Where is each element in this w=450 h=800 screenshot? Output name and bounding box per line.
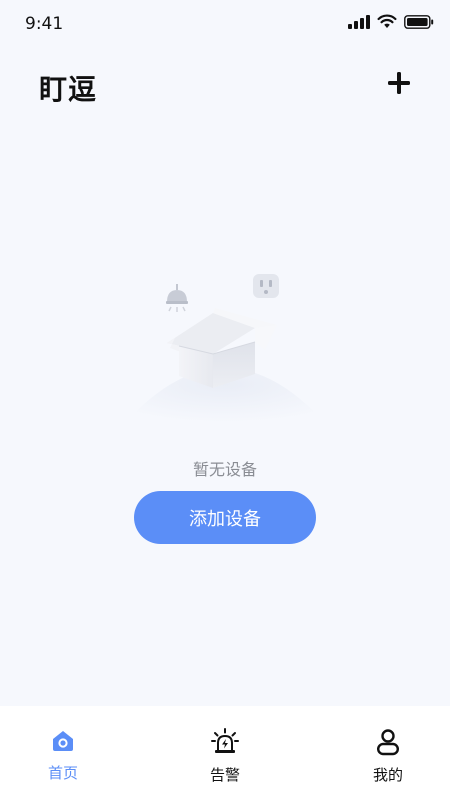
add-device-button[interactable]: 添加设备: [134, 491, 316, 544]
plus-icon: [387, 71, 411, 99]
status-time: 9:41: [25, 14, 64, 34]
add-device-header-button[interactable]: [382, 68, 416, 102]
tab-home-label: 首页: [47, 764, 78, 782]
status-icons: [348, 14, 434, 33]
alarm-icon: [211, 728, 239, 760]
tab-alarm[interactable]: 告警: [180, 728, 270, 785]
page-title: 盯逗: [39, 73, 98, 106]
user-icon: [375, 728, 401, 760]
tab-bar: 首页 告警 我的: [0, 706, 450, 800]
empty-state-message: 暂无设备: [192, 460, 257, 479]
socket-icon: [253, 274, 279, 298]
wifi-icon: [377, 14, 397, 33]
tab-mine-label: 我的: [372, 766, 403, 784]
empty-box-illustration: [115, 268, 335, 428]
cellular-signal-icon: [348, 14, 370, 33]
battery-icon: [404, 14, 434, 33]
tab-alarm-label: 告警: [209, 766, 240, 784]
lamp-icon: [166, 284, 188, 312]
header: 盯逗: [0, 60, 450, 112]
tab-mine[interactable]: 我的: [343, 728, 433, 785]
home-icon: [50, 728, 76, 758]
status-bar: 9:41: [0, 0, 450, 48]
tab-home[interactable]: 首页: [18, 728, 108, 783]
